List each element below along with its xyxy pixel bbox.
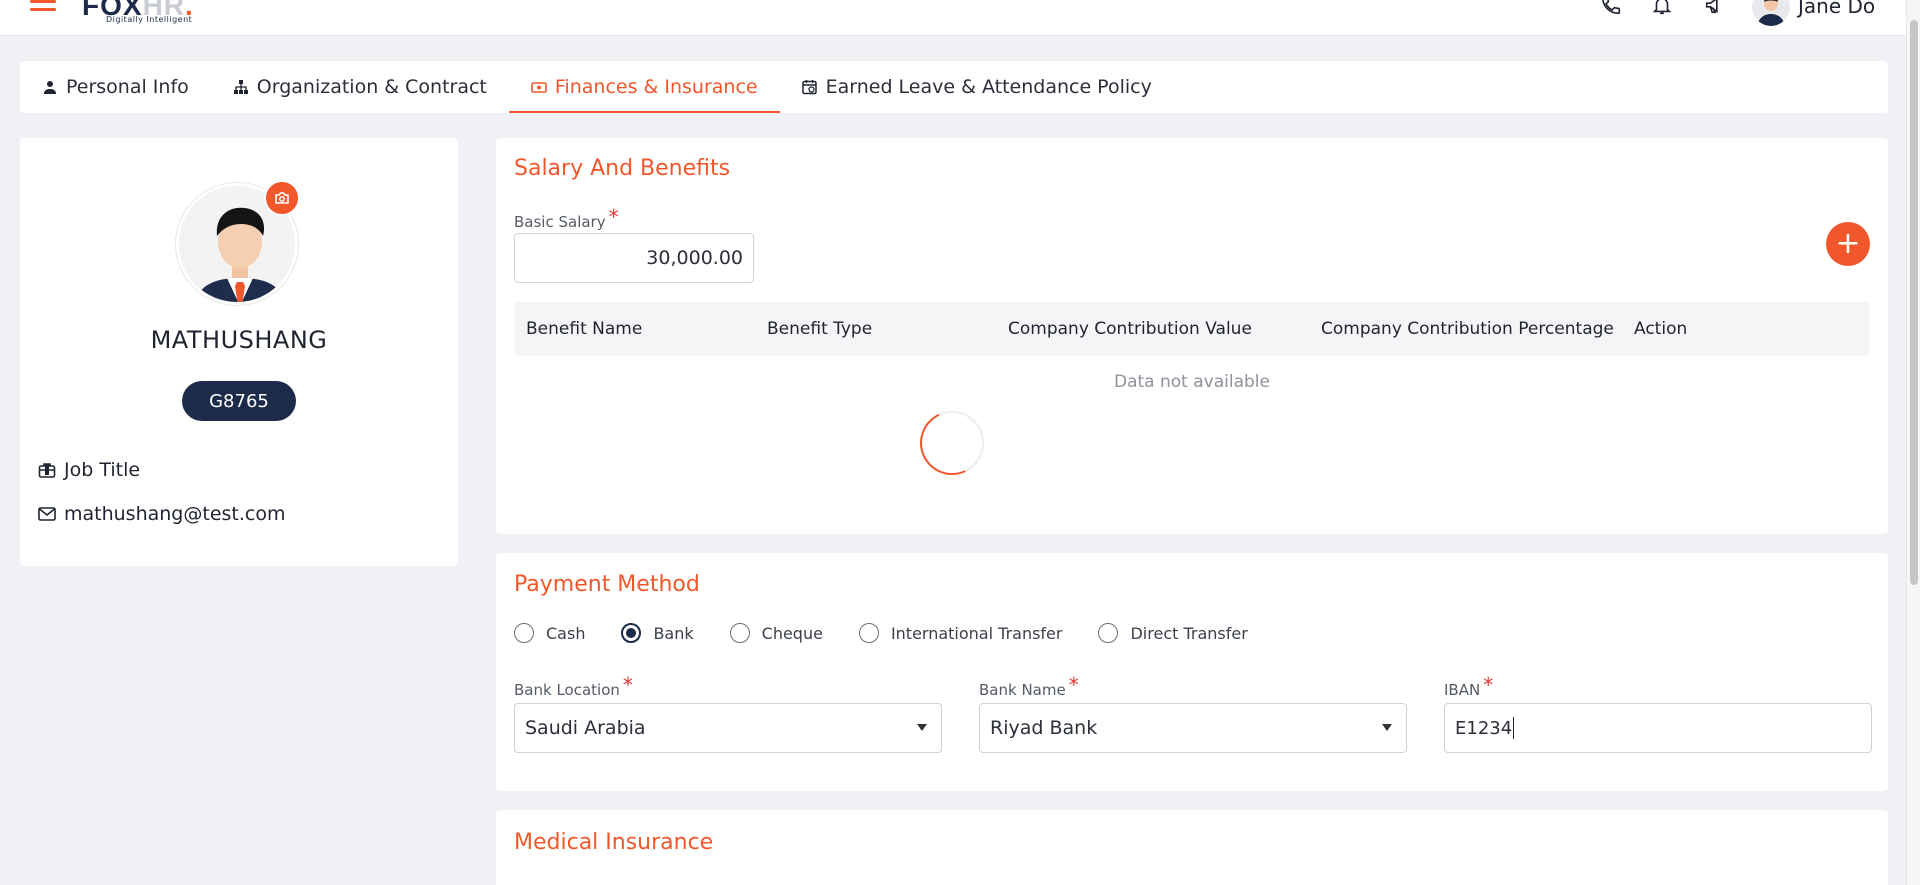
menu-icon[interactable] [30, 0, 58, 14]
benefits-table-header: Benefit Name Benefit Type Company Contri… [514, 302, 1870, 356]
bank-location-value: Saudi Arabia [525, 717, 646, 739]
mail-icon [38, 507, 56, 521]
bell-icon[interactable] [1650, 0, 1676, 15]
tab-label: Organization & Contract [256, 76, 487, 98]
job-title-row: Job Title [38, 459, 140, 481]
employee-profile-card: MATHUSHANG G8765 Job Title mathushang@te… [20, 138, 458, 566]
column-header: Company Contribution Value [1008, 319, 1252, 339]
tab-finances-insurance[interactable]: Finances & Insurance [508, 61, 780, 113]
page-scrollbar[interactable] [1906, 0, 1920, 885]
text-caret [1513, 717, 1515, 739]
phone-icon[interactable] [1599, 0, 1625, 15]
employee-id-badge: G8765 [182, 381, 296, 421]
job-title: Job Title [64, 459, 141, 481]
radio-label: Cheque [761, 623, 823, 643]
tab-label: Finances & Insurance [554, 76, 758, 98]
radio-label: Cash [546, 623, 586, 643]
org-chart-icon [233, 80, 248, 94]
megaphone-icon[interactable] [1703, 0, 1729, 14]
radio-label: Bank [653, 623, 694, 643]
basic-salary-label: Basic Salary * [514, 205, 619, 231]
salary-benefits-card: Salary And Benefits Basic Salary * 30,000… [496, 138, 1888, 534]
camera-icon [275, 192, 289, 204]
payment-method-options: Cash Bank Cheque International Transfer … [514, 623, 1284, 643]
user-name[interactable]: Jane Do [1798, 0, 1875, 18]
salary-section-title: Salary And Benefits [514, 156, 731, 181]
radio-cheque[interactable]: Cheque [729, 623, 823, 643]
bank-name-label: Bank Name * [979, 673, 1079, 699]
briefcase-icon [38, 463, 56, 478]
employee-name: MATHUSHANG [150, 326, 328, 354]
payment-section-title: Payment Method [514, 572, 700, 597]
bank-name-value: Riyad Bank [990, 717, 1098, 739]
radio-international-transfer[interactable]: International Transfer [858, 623, 1063, 643]
tab-earned-leave-attendance[interactable]: Earned Leave & Attendance Policy [780, 61, 1174, 113]
bank-name-select[interactable]: Riyad Bank [979, 703, 1407, 753]
scrollbar-thumb[interactable] [1910, 20, 1918, 585]
calendar-clock-icon [801, 80, 817, 95]
column-header: Benefit Type [767, 319, 873, 339]
profile-tabs: Personal Info Organization & Contract Fi… [20, 61, 1888, 113]
radio-bank[interactable]: Bank [621, 623, 694, 643]
bank-location-select[interactable]: Saudi Arabia [514, 703, 942, 753]
radio-circle[interactable] [514, 623, 534, 643]
medical-section-title: Medical Insurance [514, 830, 714, 855]
radio-circle[interactable] [621, 623, 642, 643]
person-icon [44, 81, 56, 94]
benefits-empty-message: Data not available [1114, 372, 1270, 392]
iban-value: E1234 [1455, 717, 1513, 739]
basic-salary-input[interactable]: 30,000.00 [514, 233, 754, 283]
user-avatar[interactable] [1752, 0, 1790, 26]
tab-organization-contract[interactable]: Organization & Contract [211, 61, 509, 113]
radio-circle[interactable] [729, 623, 750, 643]
tab-personal-info[interactable]: Personal Info [42, 61, 211, 113]
logo-tagline: Digitally Intelligent [106, 15, 193, 24]
column-header: Action [1634, 319, 1688, 339]
email-row: mathushang@test.com [38, 503, 285, 525]
dropdown-arrow-icon [917, 724, 927, 731]
add-benefit-button[interactable]: + [1826, 222, 1870, 266]
iban-label: IBAN * [1444, 673, 1494, 699]
money-icon [531, 82, 547, 93]
iban-input[interactable]: E1234 [1444, 703, 1872, 753]
payment-method-card: Payment Method Cash Bank Cheque Internat… [496, 553, 1888, 791]
radio-direct-transfer[interactable]: Direct Transfer [1098, 623, 1248, 643]
tab-label: Earned Leave & Attendance Policy [825, 76, 1152, 98]
column-header: Benefit Name [526, 319, 643, 339]
top-bar: FOXHR. Digitally Intelligent Jane Do [0, 0, 1906, 36]
dropdown-arrow-icon [1382, 724, 1392, 731]
radio-label: Direct Transfer [1130, 623, 1248, 643]
radio-circle[interactable] [858, 623, 879, 643]
loading-spinner [920, 411, 984, 475]
change-photo-button[interactable] [264, 180, 300, 216]
radio-label: International Transfer [890, 623, 1063, 643]
radio-cash[interactable]: Cash [514, 623, 585, 643]
medical-insurance-card: Medical Insurance [496, 810, 1888, 885]
bank-location-label: Bank Location * [514, 673, 633, 699]
employee-email[interactable]: mathushang@test.com [64, 503, 285, 525]
tab-label: Personal Info [66, 76, 189, 98]
column-header: Company Contribution Percentage [1321, 319, 1614, 339]
radio-circle[interactable] [1098, 623, 1119, 643]
